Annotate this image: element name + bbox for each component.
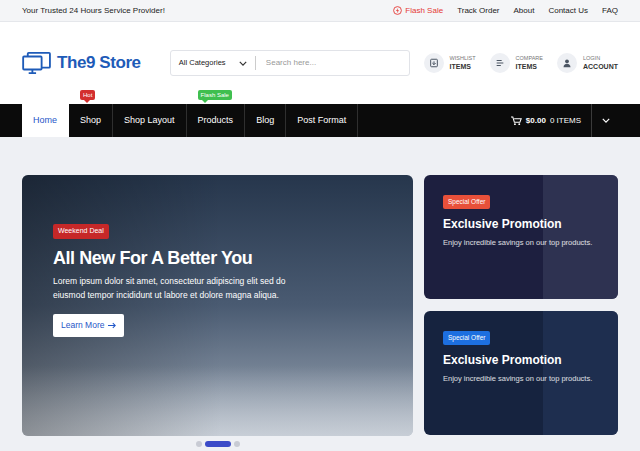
promo-title: Exclusive Promotion [443, 351, 562, 369]
promo-card[interactable]: Special Offer Exclusive Promotion Enjoy in… [424, 175, 618, 299]
top-link[interactable]: FAQ [602, 5, 618, 17]
cart-icon [511, 116, 522, 126]
hero-badge: Weekend Deal [53, 224, 109, 239]
hero-text: Lorem ipsum dolor sit amet, consectetur … [53, 274, 293, 302]
promo-badge: Special Offer [443, 331, 490, 345]
top-links: Flash Sale Track Order About Contact Us FAQ [393, 5, 618, 17]
learn-more-label: Learn More [61, 319, 104, 332]
action-value: ITEMS [450, 62, 476, 71]
category-label: All Categories [179, 57, 226, 68]
nav-item[interactable]: Home [22, 104, 69, 137]
top-link-label: About [514, 5, 535, 17]
hero-slider: Weekend Deal All New For A Better You Lore… [22, 175, 413, 436]
nav-badge: Hot [80, 90, 95, 100]
top-link-label: Contact Us [548, 5, 588, 17]
nav-item[interactable]: ProductsFlash Sale [187, 104, 246, 137]
top-link-label: FAQ [602, 5, 618, 17]
action-label: COMPARE [516, 55, 543, 62]
promo-title: Exclusive Promotion [443, 215, 562, 233]
top-link-label: Track Order [457, 5, 499, 17]
arrow-right-icon [108, 322, 116, 329]
top-link[interactable]: Contact Us [548, 5, 588, 17]
flash-icon [393, 6, 402, 15]
logo[interactable]: The9 Store [22, 50, 170, 76]
nav-label: Shop Layout [124, 114, 175, 128]
nav-label: Blog [256, 114, 274, 128]
monitor-icon [22, 51, 52, 75]
nav-item[interactable]: Blog [245, 104, 286, 137]
tagline: Your Trusted 24 Hours Service Provider! [22, 5, 165, 17]
slider-dot[interactable] [234, 441, 240, 447]
top-link[interactable]: About [514, 5, 535, 17]
top-bar: Your Trusted 24 Hours Service Provider! F… [0, 0, 640, 22]
user-icon [557, 53, 577, 73]
nav-badge: Flash Sale [198, 90, 232, 100]
top-link-label: Flash Sale [405, 5, 443, 17]
promo-badge: Special Offer [443, 195, 490, 209]
logo-text: The9 Store [57, 50, 141, 76]
cart[interactable]: $0.00 0 ITEMS [511, 104, 618, 137]
nav-label: Home [33, 114, 57, 128]
top-link[interactable]: Flash Sale [393, 5, 443, 17]
cart-count: 0 ITEMS [550, 115, 581, 127]
slider-dots [22, 441, 413, 447]
nav-item[interactable]: ShopHot [69, 104, 113, 137]
nav-item[interactable]: Shop Layout [113, 104, 187, 137]
action-label: WISHLIST [450, 55, 476, 62]
nav-item[interactable]: Post Format [286, 104, 358, 137]
search-box: All Categories [170, 50, 410, 76]
header-action[interactable]: COMPAREITEMS [490, 53, 543, 73]
wishlist-icon [424, 53, 444, 73]
slider-dot[interactable] [196, 441, 202, 447]
header-action[interactable]: LOGINACCOUNT [557, 53, 618, 73]
promo-text: Enjoy incredible savings on our top prod… [443, 237, 593, 249]
nav-label: Products [198, 114, 234, 128]
header: The9 StoreAll CategoriesWISHLISTITEMSCOM… [0, 22, 640, 104]
header-action[interactable]: WISHLISTITEMS [424, 53, 476, 73]
compare-icon [490, 53, 510, 73]
search-input[interactable] [256, 57, 409, 69]
chevron-down-icon [602, 118, 610, 123]
main-nav: Home ShopHot Shop Layout ProductsFlash Sale… [0, 104, 640, 137]
hero-title: All New For A Better You [53, 247, 252, 270]
header-actions: WISHLISTITEMSCOMPAREITEMSLOGINACCOUNT [424, 53, 618, 73]
promo-text: Enjoy incredible savings on our top prod… [443, 373, 593, 385]
learn-more-button[interactable]: Learn More [53, 314, 124, 337]
category-select[interactable]: All Categories [171, 57, 255, 68]
action-value: ACCOUNT [583, 62, 618, 71]
nav-label: Shop [80, 114, 101, 128]
chevron-down-icon [239, 61, 247, 66]
cart-total: $0.00 [526, 115, 546, 127]
action-label: LOGIN [583, 55, 618, 62]
main-area: Weekend Deal All New For A Better You Lore… [0, 137, 640, 451]
action-value: ITEMS [516, 62, 543, 71]
promo-card[interactable]: Special Offer Exclusive Promotion Enjoy in… [424, 311, 618, 435]
top-link[interactable]: Track Order [457, 5, 499, 17]
nav-label: Post Format [297, 114, 346, 128]
slider-dot[interactable] [205, 441, 231, 447]
